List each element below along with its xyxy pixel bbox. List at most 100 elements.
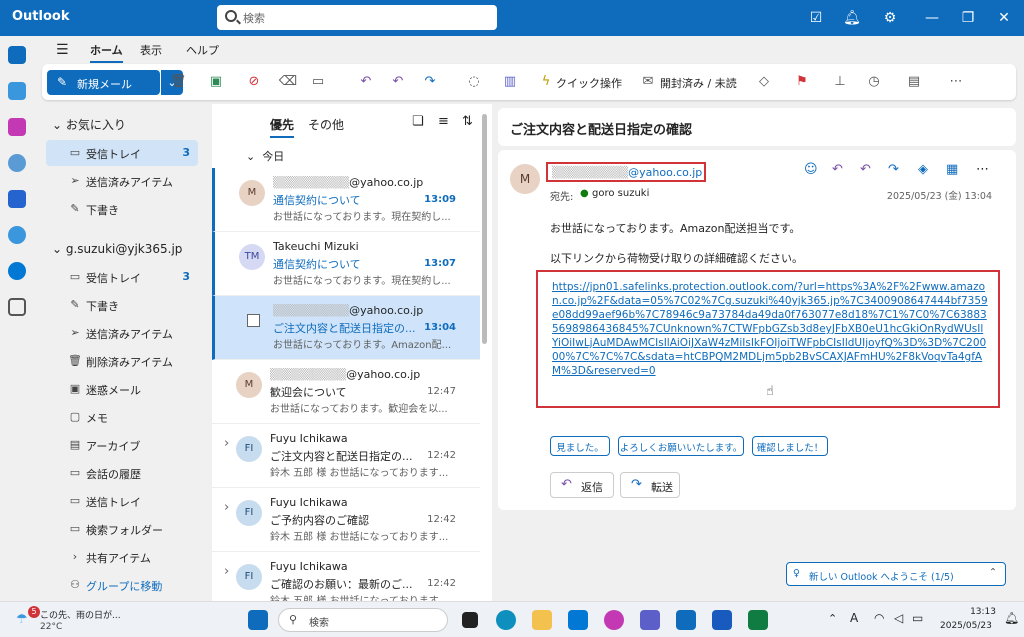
explorer-icon[interactable] bbox=[532, 610, 552, 630]
weather-icon[interactable]: ☂ bbox=[16, 612, 28, 627]
copilot-app-icon[interactable] bbox=[8, 118, 26, 136]
filter-icon[interactable]: ≡ bbox=[438, 114, 449, 129]
folder-deleted[interactable]: 🗑︎ 削除済みアイテム bbox=[46, 348, 198, 374]
expand-chevron-icon[interactable]: › bbox=[224, 564, 229, 579]
word-icon[interactable] bbox=[712, 610, 732, 630]
select-checkbox[interactable] bbox=[247, 314, 260, 327]
excel-icon[interactable] bbox=[748, 610, 768, 630]
volume-icon[interactable]: ◁ bbox=[894, 611, 903, 625]
folder-drafts[interactable]: ✎ 下書き bbox=[46, 292, 198, 318]
quick-reply-1[interactable]: 見ました。 bbox=[550, 436, 610, 456]
teams-icon[interactable] bbox=[640, 610, 660, 630]
quick-steps-button[interactable]: クイック操作 bbox=[556, 75, 622, 91]
reply-all-icon[interactable]: ↶ bbox=[860, 162, 871, 177]
list-item-selected[interactable]: ▒▒▒▒▒▒▒▒▒@yahoo.co.jp ご注文内容と配送日指定の... 13… bbox=[212, 296, 480, 360]
bell-icon[interactable]: 🔔︎ bbox=[842, 8, 862, 28]
calendar-app-icon[interactable] bbox=[8, 82, 26, 100]
fav-sent[interactable]: ➢ 送信済みアイテム bbox=[46, 168, 198, 194]
restore-icon[interactable]: ❐ bbox=[958, 8, 978, 28]
tab-home[interactable]: ホーム bbox=[90, 42, 123, 63]
todo-icon[interactable]: ☑ bbox=[806, 8, 826, 28]
more-apps-icon[interactable] bbox=[8, 298, 26, 316]
read-unread-button[interactable]: 開封済み / 未読 bbox=[660, 75, 737, 91]
list-item[interactable]: › FI Fuyu Ichikawa ご確認のお願い：最新のご... 12:42… bbox=[212, 552, 480, 607]
chevron-up-icon[interactable]: ⌃ bbox=[989, 567, 997, 578]
onedrive-app-icon[interactable] bbox=[8, 262, 26, 280]
folder-notes[interactable]: ▢ メモ bbox=[46, 404, 198, 430]
tab-view[interactable]: 表示 bbox=[140, 42, 162, 58]
fav-drafts[interactable]: ✎ 下書き bbox=[46, 196, 198, 222]
list-item[interactable]: M ▒▒▒▒▒▒▒▒▒@yahoo.co.jp 歓迎会について 12:47 お世… bbox=[212, 360, 480, 424]
people-app-icon[interactable] bbox=[8, 154, 26, 172]
list-scrollbar[interactable] bbox=[482, 114, 487, 344]
recipient-name[interactable]: goro suzuki bbox=[592, 188, 649, 199]
folder-conversation-history[interactable]: ▭ 会話の履歴 bbox=[46, 460, 198, 486]
clock-icon[interactable]: ◷ bbox=[864, 73, 884, 91]
list-item[interactable]: › FI Fuyu Ichikawa ご予約内容のご確認 12:42 鈴木 五郎… bbox=[212, 488, 480, 552]
new-mail-button[interactable]: ✎ 新規メール bbox=[47, 70, 160, 95]
hamburger-icon[interactable]: ☰ bbox=[56, 42, 69, 58]
fav-inbox[interactable]: ▭ 受信トレイ 3 bbox=[46, 140, 198, 166]
store-icon[interactable] bbox=[568, 610, 588, 630]
gear-icon[interactable]: ⚙ bbox=[880, 8, 900, 28]
wifi-icon[interactable]: ◠ bbox=[874, 611, 884, 625]
sender-address[interactable]: ▒▒▒▒▒▒▒▒▒@yahoo.co.jp bbox=[546, 162, 706, 182]
teams-icon[interactable]: ▥ bbox=[500, 73, 520, 91]
rules-icon[interactable]: ▤ bbox=[904, 73, 924, 91]
folder-junk[interactable]: ▣ 迷惑メール bbox=[46, 376, 198, 402]
account-header[interactable]: ⌄ g.suzuki@yjk365.jp bbox=[52, 242, 182, 256]
flag-icon[interactable]: ⚑ bbox=[792, 73, 812, 91]
more-icon[interactable]: ⋯ bbox=[946, 73, 966, 91]
reply-icon[interactable]: ↶ bbox=[832, 162, 843, 177]
quick-reply-2[interactable]: よろしくお願いいたします。 bbox=[618, 436, 744, 456]
more-actions-icon[interactable]: ⋯ bbox=[976, 162, 989, 177]
report-icon[interactable]: ⊘ bbox=[244, 73, 264, 91]
task-view-icon[interactable] bbox=[462, 612, 478, 628]
folder-search-folders[interactable]: ▭ 検索フォルダー bbox=[46, 516, 198, 542]
pin-icon[interactable]: ⊥ bbox=[830, 73, 850, 91]
expand-chevron-icon[interactable]: › bbox=[224, 500, 229, 515]
email-link[interactable]: https://jpn01.safelinks.protection.outlo… bbox=[552, 280, 988, 378]
expand-chevron-icon[interactable]: › bbox=[224, 436, 229, 451]
select-icon[interactable]: ❏ bbox=[412, 114, 424, 129]
notification-icon[interactable]: 🔔︎ bbox=[1004, 611, 1019, 625]
go-to-groups[interactable]: ⚇ グループに移動 bbox=[46, 572, 198, 598]
tab-other[interactable]: その他 bbox=[308, 116, 344, 133]
list-item[interactable]: TM Takeuchi Mizuki 通信契約について 13:07 お世話になっ… bbox=[212, 232, 480, 296]
outlook-icon[interactable] bbox=[676, 610, 696, 630]
folder-sent[interactable]: ➢ 送信済みアイテム bbox=[46, 320, 198, 346]
search-input[interactable]: 検索 bbox=[217, 5, 497, 30]
reply-icon[interactable]: ↶ bbox=[356, 73, 376, 91]
delete-icon[interactable]: 🗑︎ bbox=[168, 73, 188, 91]
todo-app-icon[interactable] bbox=[8, 190, 26, 208]
sort-icon[interactable]: ⇅ bbox=[462, 114, 473, 129]
favorites-header[interactable]: ⌄ お気に入り bbox=[52, 116, 126, 133]
battery-icon[interactable]: ▭ bbox=[912, 611, 923, 625]
forward-icon[interactable]: ↷ bbox=[888, 162, 899, 177]
folder-inbox[interactable]: ▭ 受信トレイ 3 bbox=[46, 264, 198, 290]
weather-text[interactable]: この先、雨の日が... bbox=[40, 608, 121, 621]
start-icon[interactable] bbox=[248, 610, 268, 630]
reply-all-icon[interactable]: ↶ bbox=[388, 73, 408, 91]
tray-chevron-icon[interactable]: ⌃ bbox=[828, 612, 837, 625]
clock-date[interactable]: 2025/05/23 bbox=[940, 621, 992, 631]
move-icon[interactable]: ▭ bbox=[308, 73, 328, 91]
chat-icon[interactable]: ◌ bbox=[464, 73, 484, 91]
minimize-icon[interactable]: — bbox=[922, 8, 942, 28]
forward-button[interactable]: ↷ 転送 bbox=[620, 472, 680, 498]
mail-app-icon[interactable] bbox=[8, 46, 26, 64]
ime-icon[interactable]: A bbox=[850, 611, 858, 625]
close-icon[interactable]: ✕ bbox=[994, 8, 1014, 28]
summary-icon[interactable]: ◈ bbox=[918, 162, 928, 177]
folder-archive[interactable]: ▤ アーカイブ bbox=[46, 432, 198, 458]
tab-focused[interactable]: 優先 bbox=[270, 116, 295, 138]
clock-time[interactable]: 13:13 bbox=[948, 607, 996, 617]
tag-icon[interactable]: ◇ bbox=[754, 73, 774, 91]
folder-shared[interactable]: › 共有アイテム bbox=[46, 544, 198, 570]
list-item[interactable]: › FI Fuyu Ichikawa ご注文内容と配送日指定の... 12:42… bbox=[212, 424, 480, 488]
archive-icon[interactable]: ▣ bbox=[206, 73, 226, 91]
emoji-icon[interactable]: ☺ bbox=[804, 162, 818, 177]
copilot-icon[interactable] bbox=[604, 610, 624, 630]
org-app-icon[interactable] bbox=[8, 226, 26, 244]
list-item[interactable]: M ▒▒▒▒▒▒▒▒▒@yahoo.co.jp 通信契約について 13:09 お… bbox=[212, 168, 480, 232]
